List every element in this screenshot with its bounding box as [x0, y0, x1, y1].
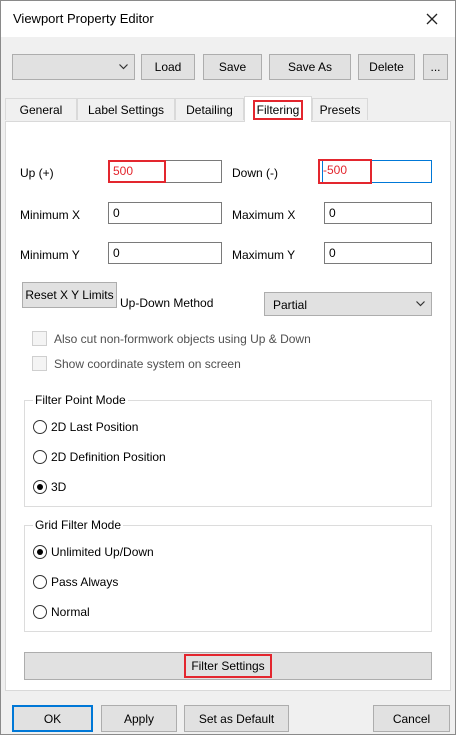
cut-non-formwork-checkbox[interactable]: Also cut non-formwork objects using Up &…: [32, 331, 311, 346]
radio-button[interactable]: [33, 545, 47, 559]
filter-settings-label: Filter Settings: [184, 654, 272, 678]
radio-normal[interactable]: Normal: [33, 605, 90, 619]
tab-filtering-label: Filtering: [252, 99, 304, 120]
set-as-default-button[interactable]: Set as Default: [184, 705, 289, 732]
load-button[interactable]: Load: [141, 54, 195, 80]
checkbox-box[interactable]: [32, 331, 47, 346]
radio-2d-last-position[interactable]: 2D Last Position: [33, 420, 138, 434]
filter-point-mode-title: Filter Point Mode: [33, 393, 128, 407]
save-button[interactable]: Save: [203, 54, 262, 80]
radio-button[interactable]: [33, 420, 47, 434]
close-icon: [426, 13, 438, 25]
tab-label-settings-label: Label Settings: [87, 102, 165, 117]
radio-unlimited-up-down[interactable]: Unlimited Up/Down: [33, 545, 154, 559]
tab-detailing-label: Detailing: [186, 102, 233, 117]
minimum-y-label: Minimum Y: [20, 248, 80, 262]
radio-label: Unlimited Up/Down: [51, 545, 154, 559]
up-input[interactable]: 500: [108, 160, 166, 183]
maximum-x-input[interactable]: 0: [324, 202, 432, 224]
save-as-button[interactable]: Save As: [269, 54, 351, 80]
down-input[interactable]: -500: [318, 159, 372, 184]
show-coordinate-system-label: Show coordinate system on screen: [54, 356, 241, 371]
radio-button[interactable]: [33, 605, 47, 619]
down-label: Down (-): [232, 166, 279, 180]
up-input-field[interactable]: [166, 160, 222, 183]
more-button[interactable]: ...: [423, 54, 448, 80]
filter-point-mode-group: Filter Point Mode 2D Last Position 2D De…: [24, 393, 432, 507]
tab-presets[interactable]: Presets: [312, 98, 368, 120]
radio-label: 2D Definition Position: [51, 450, 166, 464]
delete-button[interactable]: Delete: [358, 54, 415, 80]
title-bar: Viewport Property Editor: [1, 1, 455, 37]
maximum-x-label: Maximum X: [232, 208, 296, 222]
chevron-down-icon: [416, 301, 425, 307]
filter-settings-button[interactable]: Filter Settings: [24, 652, 432, 680]
window-title: Viewport Property Editor: [13, 11, 154, 26]
tab-filtering[interactable]: Filtering: [244, 96, 312, 122]
close-button[interactable]: [409, 1, 455, 37]
radio-button[interactable]: [33, 575, 47, 589]
radio-label: 3D: [51, 480, 67, 494]
cut-non-formwork-label: Also cut non-formwork objects using Up &…: [54, 331, 311, 346]
radio-label: Pass Always: [51, 575, 119, 589]
cancel-button[interactable]: Cancel: [373, 705, 450, 732]
tab-presets-label: Presets: [319, 102, 361, 117]
radio-label: Normal: [51, 605, 90, 619]
filtering-panel: Up (+) 500 Down (-) -500 Minimum X 0 Max…: [5, 121, 451, 691]
grid-filter-mode-group: Grid Filter Mode Unlimited Up/Down Pass …: [24, 518, 432, 632]
show-coordinate-system-checkbox[interactable]: Show coordinate system on screen: [32, 356, 241, 371]
minimum-x-input[interactable]: 0: [108, 202, 222, 224]
tab-general-label: General: [19, 102, 63, 117]
grid-filter-mode-title: Grid Filter Mode: [33, 518, 124, 532]
preset-select[interactable]: [12, 54, 135, 80]
chevron-down-icon: [119, 64, 128, 70]
up-down-method-value: Partial: [273, 298, 308, 312]
up-label: Up (+): [20, 166, 54, 180]
maximum-y-input[interactable]: 0: [324, 242, 432, 264]
viewport-property-editor-window: Viewport Property Editor Load Save Save …: [0, 0, 456, 735]
minimum-y-input[interactable]: 0: [108, 242, 222, 264]
reset-xy-limits-button[interactable]: Reset X Y Limits: [22, 282, 117, 308]
radio-pass-always[interactable]: Pass Always: [33, 575, 118, 589]
radio-2d-definition-position[interactable]: 2D Definition Position: [33, 450, 166, 464]
checkbox-box[interactable]: [32, 356, 47, 371]
tab-detailing[interactable]: Detailing: [175, 98, 244, 120]
maximum-y-label: Maximum Y: [232, 248, 296, 262]
radio-button[interactable]: [33, 450, 47, 464]
ok-button[interactable]: OK: [12, 705, 93, 732]
minimum-x-label: Minimum X: [20, 208, 81, 222]
apply-button[interactable]: Apply: [101, 705, 177, 732]
radio-3d[interactable]: 3D: [33, 480, 66, 494]
radio-button[interactable]: [33, 480, 47, 494]
tab-general[interactable]: General: [5, 98, 77, 120]
up-down-method-label: Up-Down Method: [120, 296, 214, 310]
radio-label: 2D Last Position: [51, 420, 139, 434]
tab-label-settings[interactable]: Label Settings: [77, 98, 175, 120]
up-down-method-select[interactable]: Partial: [264, 292, 432, 316]
